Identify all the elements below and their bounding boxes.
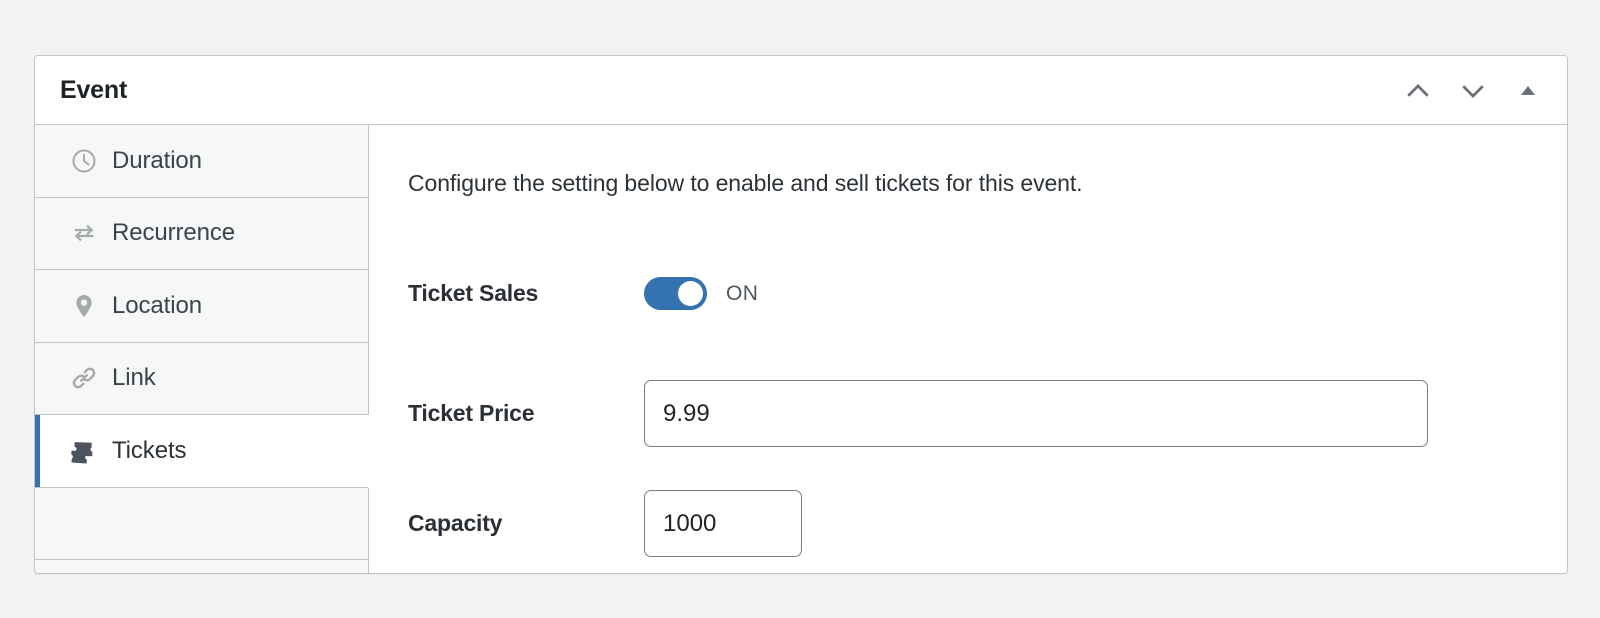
intro-text: Configure the setting below to enable an… bbox=[408, 170, 1083, 196]
capacity-label: Capacity bbox=[408, 510, 503, 536]
sidebar-item-tickets[interactable]: Tickets bbox=[35, 415, 369, 488]
sidebar-item-link[interactable]: Link bbox=[35, 342, 368, 415]
capacity-row: Capacity bbox=[408, 490, 802, 557]
ticket-price-label: Ticket Price bbox=[408, 400, 535, 426]
map-pin-icon bbox=[69, 291, 99, 321]
ticket-price-row: Ticket Price bbox=[408, 380, 1428, 447]
page-title: Event bbox=[60, 75, 128, 104]
tickets-icon bbox=[69, 436, 99, 466]
move-down-button[interactable] bbox=[1456, 74, 1490, 108]
event-panel: Event Duration Recurrence Location Link … bbox=[34, 55, 1568, 574]
sidebar-tabs: Duration Recurrence Location Link Ticket… bbox=[35, 125, 369, 573]
toggle-knob bbox=[678, 281, 703, 306]
repeat-icon bbox=[69, 218, 99, 248]
ticket-sales-row: Ticket Sales ON bbox=[408, 277, 758, 310]
ticket-sales-state: ON bbox=[726, 281, 759, 305]
move-up-button[interactable] bbox=[1401, 74, 1435, 108]
sidebar-item-label: Location bbox=[112, 291, 202, 319]
sidebar-item-recurrence[interactable]: Recurrence bbox=[35, 197, 368, 270]
sidebar-item-location[interactable]: Location bbox=[35, 270, 368, 343]
chevron-down-icon bbox=[1458, 76, 1488, 106]
sidebar-item-label: Duration bbox=[112, 146, 202, 174]
panel-header-actions bbox=[1401, 56, 1545, 125]
link-icon bbox=[69, 363, 99, 393]
sidebar-filler bbox=[35, 487, 368, 560]
collapse-button[interactable] bbox=[1511, 74, 1545, 108]
triangle-up-icon bbox=[1518, 81, 1538, 101]
capacity-input[interactable] bbox=[644, 490, 802, 557]
sidebar-item-label: Tickets bbox=[112, 436, 187, 464]
ticket-sales-toggle[interactable] bbox=[644, 277, 707, 310]
chevron-up-icon bbox=[1403, 76, 1433, 106]
sidebar-item-duration[interactable]: Duration bbox=[35, 125, 368, 198]
panel-body: Duration Recurrence Location Link Ticket… bbox=[35, 125, 1567, 573]
sidebar-item-label: Recurrence bbox=[112, 219, 236, 247]
sidebar-item-label: Link bbox=[112, 364, 156, 392]
clock-icon bbox=[69, 146, 99, 176]
panel-header: Event bbox=[35, 56, 1567, 125]
ticket-price-input[interactable] bbox=[644, 380, 1428, 447]
tickets-panel-content: Configure the setting below to enable an… bbox=[369, 125, 1567, 573]
ticket-sales-label: Ticket Sales bbox=[408, 280, 539, 306]
